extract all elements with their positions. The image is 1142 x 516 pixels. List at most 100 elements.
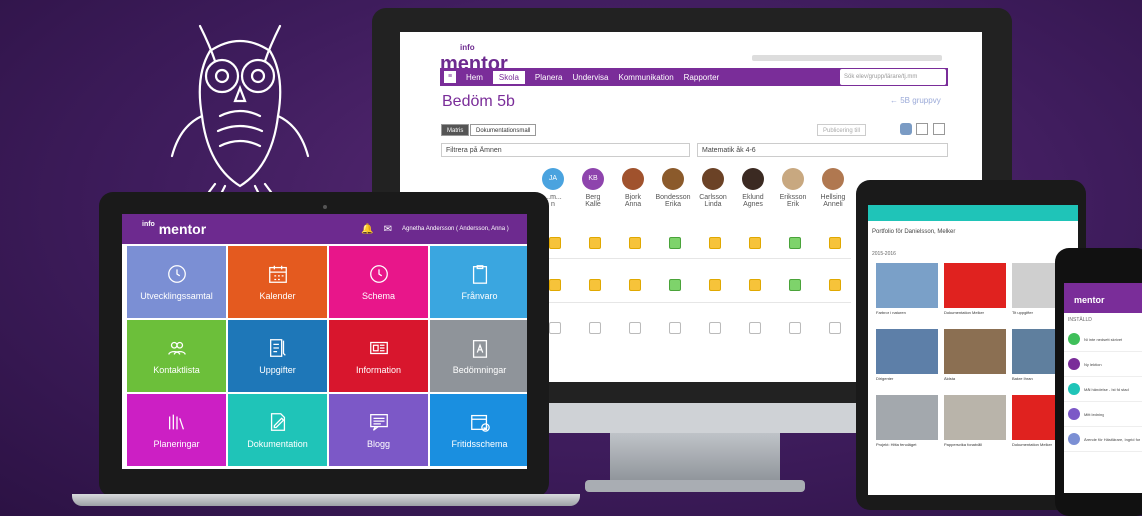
empty-assessment-checkbox[interactable] (629, 322, 641, 334)
tile-information[interactable]: Information (329, 320, 428, 392)
search-input[interactable]: Sök elev/grupp/lärare/tj.mm (840, 69, 946, 85)
empty-assessment-checkbox[interactable] (709, 322, 721, 334)
tile-dokumentation[interactable]: Dokumentation (228, 394, 327, 466)
assessment-cell[interactable] (669, 279, 681, 291)
empty-assessment-checkbox[interactable] (829, 322, 841, 334)
nav-undervisa[interactable]: Undervisa (572, 73, 608, 82)
assessment-cell[interactable] (709, 279, 721, 291)
student-column[interactable]: KB Berg Kalle (574, 168, 612, 208)
item-label: Ni inte nedsett skrivet (1084, 336, 1123, 342)
student-column[interactable]: Eriksson Erik (774, 168, 812, 208)
tile-label: Kontaktlista (153, 365, 200, 375)
portfolio-thumbnail[interactable] (876, 395, 938, 440)
empty-assessment-checkbox[interactable] (789, 322, 801, 334)
assessment-cell[interactable] (629, 279, 641, 291)
empty-assessment-checkbox[interactable] (549, 322, 561, 334)
nav-planera[interactable]: Planera (535, 73, 563, 82)
student-column[interactable]: Eklund Agnes (734, 168, 772, 208)
phone-logo-text: mentor (1074, 295, 1105, 305)
publish-button[interactable]: Publicering till (817, 124, 867, 136)
tile-planeringar[interactable]: Planeringar (127, 394, 226, 466)
tile-uppgifter[interactable]: Uppgifter (228, 320, 327, 392)
thumbnail-caption: Farbror i naturen (876, 310, 906, 315)
empty-assessment-checkbox[interactable] (589, 322, 601, 334)
student-firstname: Agnes (743, 201, 763, 208)
owl-illustration (170, 24, 310, 196)
clipboard-icon (472, 265, 487, 284)
phone-list-item[interactable]: Ärende för Hästlärare, Ingrid form (1064, 427, 1142, 452)
tile-bedömningar[interactable]: Bedömningar (430, 320, 527, 392)
notification-bell-icon[interactable]: 🔔 (361, 224, 373, 235)
portfolio-thumbnail[interactable] (876, 263, 938, 308)
empty-assessment-checkbox[interactable] (669, 322, 681, 334)
item-label: Ärende för Hästlärare, Ingrid form (1084, 436, 1140, 442)
print-icon[interactable] (933, 123, 945, 135)
portfolio-thumbnail[interactable] (944, 395, 1006, 440)
nav-hem[interactable]: Hem (466, 73, 483, 82)
item-icon (1068, 433, 1080, 445)
item-label: Mål händelse - Ist fd stad (1084, 386, 1129, 392)
nav-skola[interactable]: Skola (492, 70, 525, 84)
phone-list-item[interactable]: Mål händelse - Ist fd stad (1064, 377, 1142, 402)
assessment-cell[interactable] (589, 237, 601, 249)
portfolio-thumbnail[interactable] (944, 263, 1006, 308)
tablet-date: 2015-2016 (872, 251, 896, 257)
laptop-logo[interactable]: info mentor (142, 221, 206, 237)
phone-list-item[interactable]: Ni inte nedsett skrivet (1064, 327, 1142, 352)
tile-utvecklingssamtal[interactable]: Utvecklingssamtal (127, 246, 226, 318)
tile-blogg[interactable]: Blogg (329, 394, 428, 466)
menu-icon[interactable]: ≡ (444, 71, 456, 83)
tile-kalender[interactable]: Kalender (228, 246, 327, 318)
student-column[interactable]: Bondesson Erika (654, 168, 692, 208)
assessment-cell[interactable] (749, 237, 761, 249)
assessment-cell[interactable] (709, 237, 721, 249)
assessment-icon (472, 340, 487, 358)
assessment-cell[interactable] (669, 237, 681, 249)
student-firstname: Linda (704, 201, 722, 208)
tile-label: Bedömningar (452, 365, 507, 375)
mail-icon[interactable]: ✉ (384, 224, 392, 235)
thumbnail-caption: Projekt: Hitta fenoläget (876, 442, 917, 447)
assessment-cell[interactable] (789, 279, 801, 291)
filter-subject-select[interactable]: Filtrera på Ämnen (441, 143, 690, 157)
assessment-cell[interactable] (829, 279, 841, 291)
student-column[interactable]: Bjork Anna (614, 168, 652, 208)
empty-assessment-checkbox[interactable] (749, 322, 761, 334)
tile-fritidsschema[interactable]: Fritidsschema (430, 394, 527, 466)
tile-schema[interactable]: Schema (329, 246, 428, 318)
portfolio-thumbnail[interactable] (876, 329, 938, 374)
nav-rapporter[interactable]: Rapporter (684, 73, 720, 82)
assessment-cell[interactable] (549, 237, 561, 249)
calendar-check-icon (470, 414, 490, 432)
phone-list-item[interactable]: Mitt ledning (1064, 402, 1142, 427)
news-icon (369, 341, 388, 355)
tab-matris[interactable]: Matris (441, 124, 470, 136)
clock-icon (167, 265, 186, 283)
phone-list-item[interactable]: Ny lektion (1064, 352, 1142, 377)
fullscreen-icon[interactable] (916, 123, 928, 135)
tile-kontaktlista[interactable]: Kontaktlista (127, 320, 226, 392)
student-surname: Eriksson (779, 194, 807, 201)
user-name[interactable]: Agnetha Andersson ( Andersson, Anna ) (402, 226, 509, 232)
student-column[interactable]: Carlsson Linda (694, 168, 732, 208)
grid-divider (531, 302, 851, 303)
item-icon (1068, 358, 1080, 370)
phone-message-list: Ni inte nedsett skrivet Ny lektion Mål hän… (1064, 327, 1142, 452)
top-account-bar[interactable] (752, 55, 942, 61)
settings-icon[interactable] (900, 123, 912, 135)
assessment-cell[interactable] (589, 279, 601, 291)
nav-kommunikation[interactable]: Kommunikation (619, 73, 674, 82)
tab-dokumentationsmall[interactable]: Dokumentationsmall (470, 124, 537, 136)
laptop-header: info mentor 🔔 ✉ Agnetha Andersson ( Ande… (122, 214, 527, 244)
student-avatar (742, 168, 764, 190)
assessment-cell[interactable] (829, 237, 841, 249)
assessment-cell[interactable] (629, 237, 641, 249)
tile-frånvaro[interactable]: Frånvaro (430, 246, 527, 318)
assessment-cell[interactable] (749, 279, 761, 291)
student-column[interactable]: Hellsing Anneli (814, 168, 852, 208)
subject-select[interactable]: Matematik åk 4-6 (697, 143, 948, 157)
portfolio-thumbnail[interactable] (944, 329, 1006, 374)
assessment-cell[interactable] (549, 279, 561, 291)
back-link[interactable]: ← 5B gruppvy (890, 96, 941, 105)
assessment-cell[interactable] (789, 237, 801, 249)
